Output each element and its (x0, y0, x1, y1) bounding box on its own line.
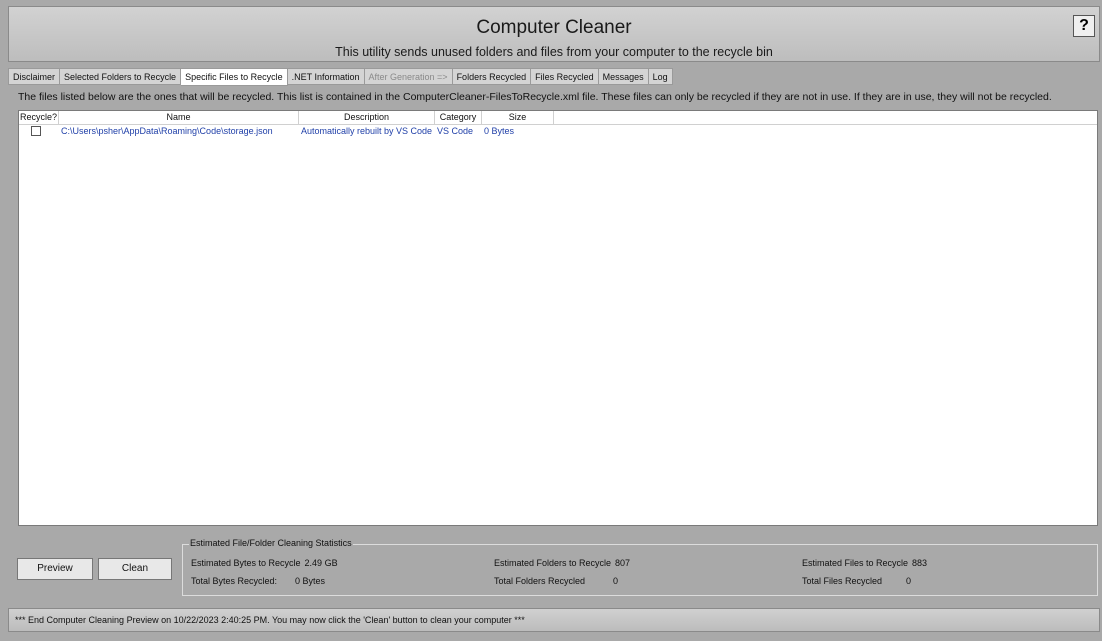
status-bar: *** End Computer Cleaning Preview on 10/… (8, 608, 1100, 632)
est-folders-label: Estimated Folders to Recycle (494, 558, 612, 568)
column-header-recycle[interactable]: Recycle? (19, 111, 59, 125)
total-folders-value: 0 (613, 576, 619, 586)
tab-after-generation: After Generation => (364, 68, 453, 85)
total-folders-stat: Total Folders Recycled 0 (494, 576, 618, 586)
files-grid[interactable]: Recycle? Name Description Category Size … (18, 110, 1098, 526)
column-header-category[interactable]: Category (435, 111, 482, 125)
table-row[interactable]: C:\Users\psher\AppData\Roaming\Code\stor… (19, 125, 1097, 138)
column-header-size[interactable]: Size (482, 111, 554, 125)
est-folders-value: 807 (615, 558, 631, 568)
grid-header: Recycle? Name Description Category Size (19, 111, 1097, 125)
total-files-value: 0 (906, 576, 912, 586)
app-header: Computer Cleaner This utility sends unus… (8, 6, 1100, 62)
tab-folders-recycled[interactable]: Folders Recycled (452, 68, 532, 85)
total-files-stat: Total Files Recycled 0 (802, 576, 911, 586)
stats-group: Estimated File/Folder Cleaning Statistic… (182, 538, 1098, 596)
tab-disclaimer[interactable]: Disclaimer (8, 68, 61, 85)
tab-log[interactable]: Log (648, 68, 673, 85)
est-files-label: Estimated Files to Recycle (802, 558, 909, 568)
column-header-name[interactable]: Name (59, 111, 299, 125)
app-title: Computer Cleaner (476, 17, 632, 38)
est-files-value: 883 (912, 558, 928, 568)
help-button[interactable]: ? (1073, 15, 1095, 37)
tab-bar: Disclaimer Selected Folders to Recycle S… (8, 68, 673, 86)
name-cell: C:\Users\psher\AppData\Roaming\Code\stor… (61, 126, 273, 136)
est-bytes-stat: Estimated Bytes to Recycle 2.49 GB (191, 558, 338, 568)
size-cell: 0 Bytes (484, 126, 515, 136)
app-subtitle: This utility sends unused folders and fi… (335, 45, 773, 59)
clean-button[interactable]: Clean (98, 558, 172, 580)
description-cell: Automatically rebuilt by VS Code (301, 126, 433, 136)
recycle-checkbox[interactable] (31, 126, 41, 136)
total-bytes-stat: Total Bytes Recycled: 0 Bytes (191, 576, 325, 586)
est-files-stat: Estimated Files to Recycle 883 (802, 558, 927, 568)
category-cell: VS Code (437, 126, 474, 136)
total-bytes-value: 0 Bytes (295, 576, 326, 586)
total-files-label: Total Files Recycled (802, 576, 883, 586)
est-bytes-value: 2.49 GB (304, 558, 338, 568)
total-bytes-label: Total Bytes Recycled: (191, 576, 278, 586)
tab-files-recycled[interactable]: Files Recycled (531, 68, 599, 85)
tab-selected-folders[interactable]: Selected Folders to Recycle (60, 68, 182, 85)
est-bytes-label: Estimated Bytes to Recycle (191, 558, 301, 568)
tab-net-information[interactable]: .NET Information (287, 68, 365, 85)
stats-legend: Estimated File/Folder Cleaning Statistic… (189, 538, 353, 548)
total-folders-label: Total Folders Recycled (494, 576, 586, 586)
recycle-cell (19, 125, 59, 138)
tab-messages[interactable]: Messages (598, 68, 649, 85)
est-folders-stat: Estimated Folders to Recycle 807 (494, 558, 630, 568)
tab-specific-files[interactable]: Specific Files to Recycle (181, 68, 288, 86)
column-header-description[interactable]: Description (299, 111, 435, 125)
info-text: The files listed below are the ones that… (18, 91, 1052, 103)
preview-button[interactable]: Preview (17, 558, 93, 580)
